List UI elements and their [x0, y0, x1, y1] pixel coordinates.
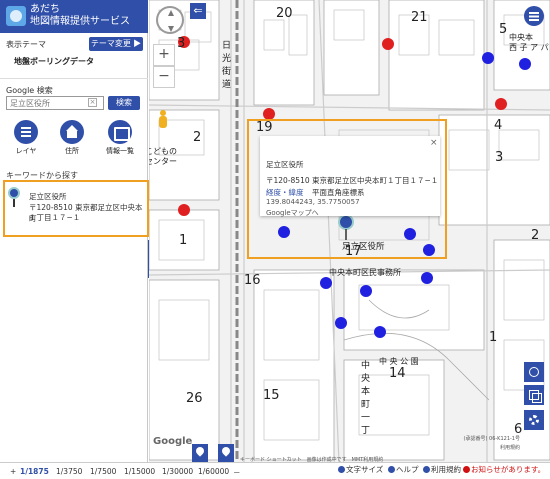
compass-control[interactable] [156, 6, 184, 34]
info-list-button[interactable]: 情報一覧 [102, 120, 138, 156]
theme-label: 表示テーマ [6, 40, 46, 49]
address-button[interactable]: 住所 [54, 120, 90, 156]
map-pin-icon [8, 187, 20, 207]
attribution-line1: (承認番号) [463, 436, 488, 442]
block-number: 14 [389, 366, 406, 381]
block-number: 2 [193, 130, 202, 145]
map-attribution: (承認番号) 06-K121-1号 [400, 436, 520, 443]
notice-link[interactable]: お知らせがあります。 [463, 464, 545, 475]
app-header: あだち 地図情報提供サービス [0, 0, 148, 33]
app-title-line2: 地図情報提供サービス [30, 16, 130, 27]
help-icon [388, 466, 395, 473]
layers-copy-icon[interactable] [524, 385, 544, 405]
font-size-link[interactable]: 文字サイズ [338, 464, 383, 475]
search-button[interactable]: 検索 [108, 96, 140, 110]
location-pin-icon[interactable] [218, 444, 234, 462]
divider [0, 78, 148, 79]
street-label: 中央本町一丁 [359, 360, 369, 438]
home-icon [60, 120, 84, 144]
block-number: 21 [411, 10, 428, 25]
attribution-terms[interactable]: 利用規約 [400, 444, 520, 451]
block-number: 2 [531, 228, 540, 243]
list-icon [108, 120, 132, 144]
terms-icon [423, 466, 430, 473]
menu-icon[interactable] [524, 6, 544, 26]
block-number: 4 [494, 118, 503, 133]
clear-icon[interactable]: × [88, 98, 97, 107]
scale-plus[interactable]: + [10, 467, 16, 476]
block-number: 1 [489, 330, 498, 345]
theme-name: 地盤ボーリングデータ [14, 57, 94, 66]
block-number: 15 [263, 388, 280, 403]
info-list-label: 情報一覧 [106, 147, 134, 155]
zoom-out-button[interactable]: − [153, 66, 175, 88]
scale-option[interactable]: 1/60000 [198, 467, 229, 476]
google-search-label: Google 検索 [6, 86, 53, 95]
latlng-link[interactable]: 経度・緯度 [266, 187, 304, 198]
popup-title: 足立区役所 [266, 160, 304, 169]
popup-address: 〒120-8510 東京都足立区中央本町１丁目１７−１ [266, 176, 439, 185]
layer-label: レイヤ [15, 147, 37, 155]
block-number: 20 [276, 6, 293, 21]
popup-coords: 139.8044243, 35.7750057 [266, 198, 360, 206]
help-link[interactable]: ヘルプ [388, 464, 419, 475]
google-logo: Google [153, 436, 193, 447]
layer-button[interactable]: レイヤ [8, 120, 44, 156]
layer-icon [14, 120, 38, 144]
app-logo-icon [6, 6, 26, 26]
kodomo-label: こどもの [149, 147, 177, 156]
result-name: 足立区役所 [29, 192, 67, 201]
area-label-2: 西 子 ア パ [509, 43, 549, 52]
center-label: センター [149, 157, 177, 166]
block-number: 6 [514, 422, 523, 437]
block-number: 1 [179, 233, 188, 248]
park-label: 中 央 公 園 [379, 357, 419, 366]
pin-icon[interactable] [192, 444, 208, 462]
block-number: 3 [177, 36, 186, 51]
street-view-icon[interactable] [158, 110, 168, 130]
scale-option[interactable]: 1/3750 [56, 467, 82, 476]
block-number: 26 [186, 391, 203, 406]
scale-option[interactable]: 1/1875 [20, 467, 49, 476]
scale-option[interactable]: 1/30000 [162, 467, 193, 476]
scale-minus[interactable]: － [233, 467, 241, 478]
attribution-line2: 06-K121-1号 [489, 436, 520, 442]
highway-label: 日光街道 [220, 40, 230, 92]
zoom-in-button[interactable]: + [153, 44, 175, 66]
block-number: 16 [244, 273, 261, 288]
plane-coords-link[interactable]: 平面直角座標系 [312, 187, 365, 198]
notice-label: お知らせがあります。 [471, 465, 546, 474]
font-size-icon [338, 466, 345, 473]
address-label: 住所 [65, 147, 79, 155]
back-arrow-icon[interactable]: ⇐ [190, 3, 206, 19]
font-size-label: 文字サイズ [346, 465, 384, 474]
block-number: 3 [495, 150, 504, 165]
result-address-line2: １丁目１７−１ [29, 213, 81, 222]
googlemap-link[interactable]: Googleマップへ [266, 208, 319, 218]
theme-change-button[interactable]: テーマ変更 ▶ [89, 37, 143, 51]
scale-option[interactable]: 1/7500 [90, 467, 116, 476]
locate-icon[interactable] [524, 362, 544, 382]
terms-link[interactable]: 利用規約 [423, 464, 461, 475]
help-label: ヘルプ [396, 465, 419, 474]
scale-option[interactable]: 1/15000 [124, 467, 155, 476]
search-result-item[interactable]: 足立区役所 〒120-8510 東京都足立区中央本町 １丁目１７−１ [3, 180, 149, 237]
block-number: 5 [499, 22, 508, 37]
gear-icon[interactable] [524, 410, 544, 430]
office-label: 中央本町区民事務所 [329, 268, 401, 277]
close-icon[interactable]: × [430, 138, 438, 148]
app-title-line1: あだち [30, 4, 60, 15]
left-panel: あだち 地図情報提供サービス 表示テーマ テーマ変更 ▶ 地盤ボーリングデータ … [0, 0, 149, 462]
notice-icon [463, 466, 470, 473]
terms-label: 利用規約 [431, 465, 461, 474]
